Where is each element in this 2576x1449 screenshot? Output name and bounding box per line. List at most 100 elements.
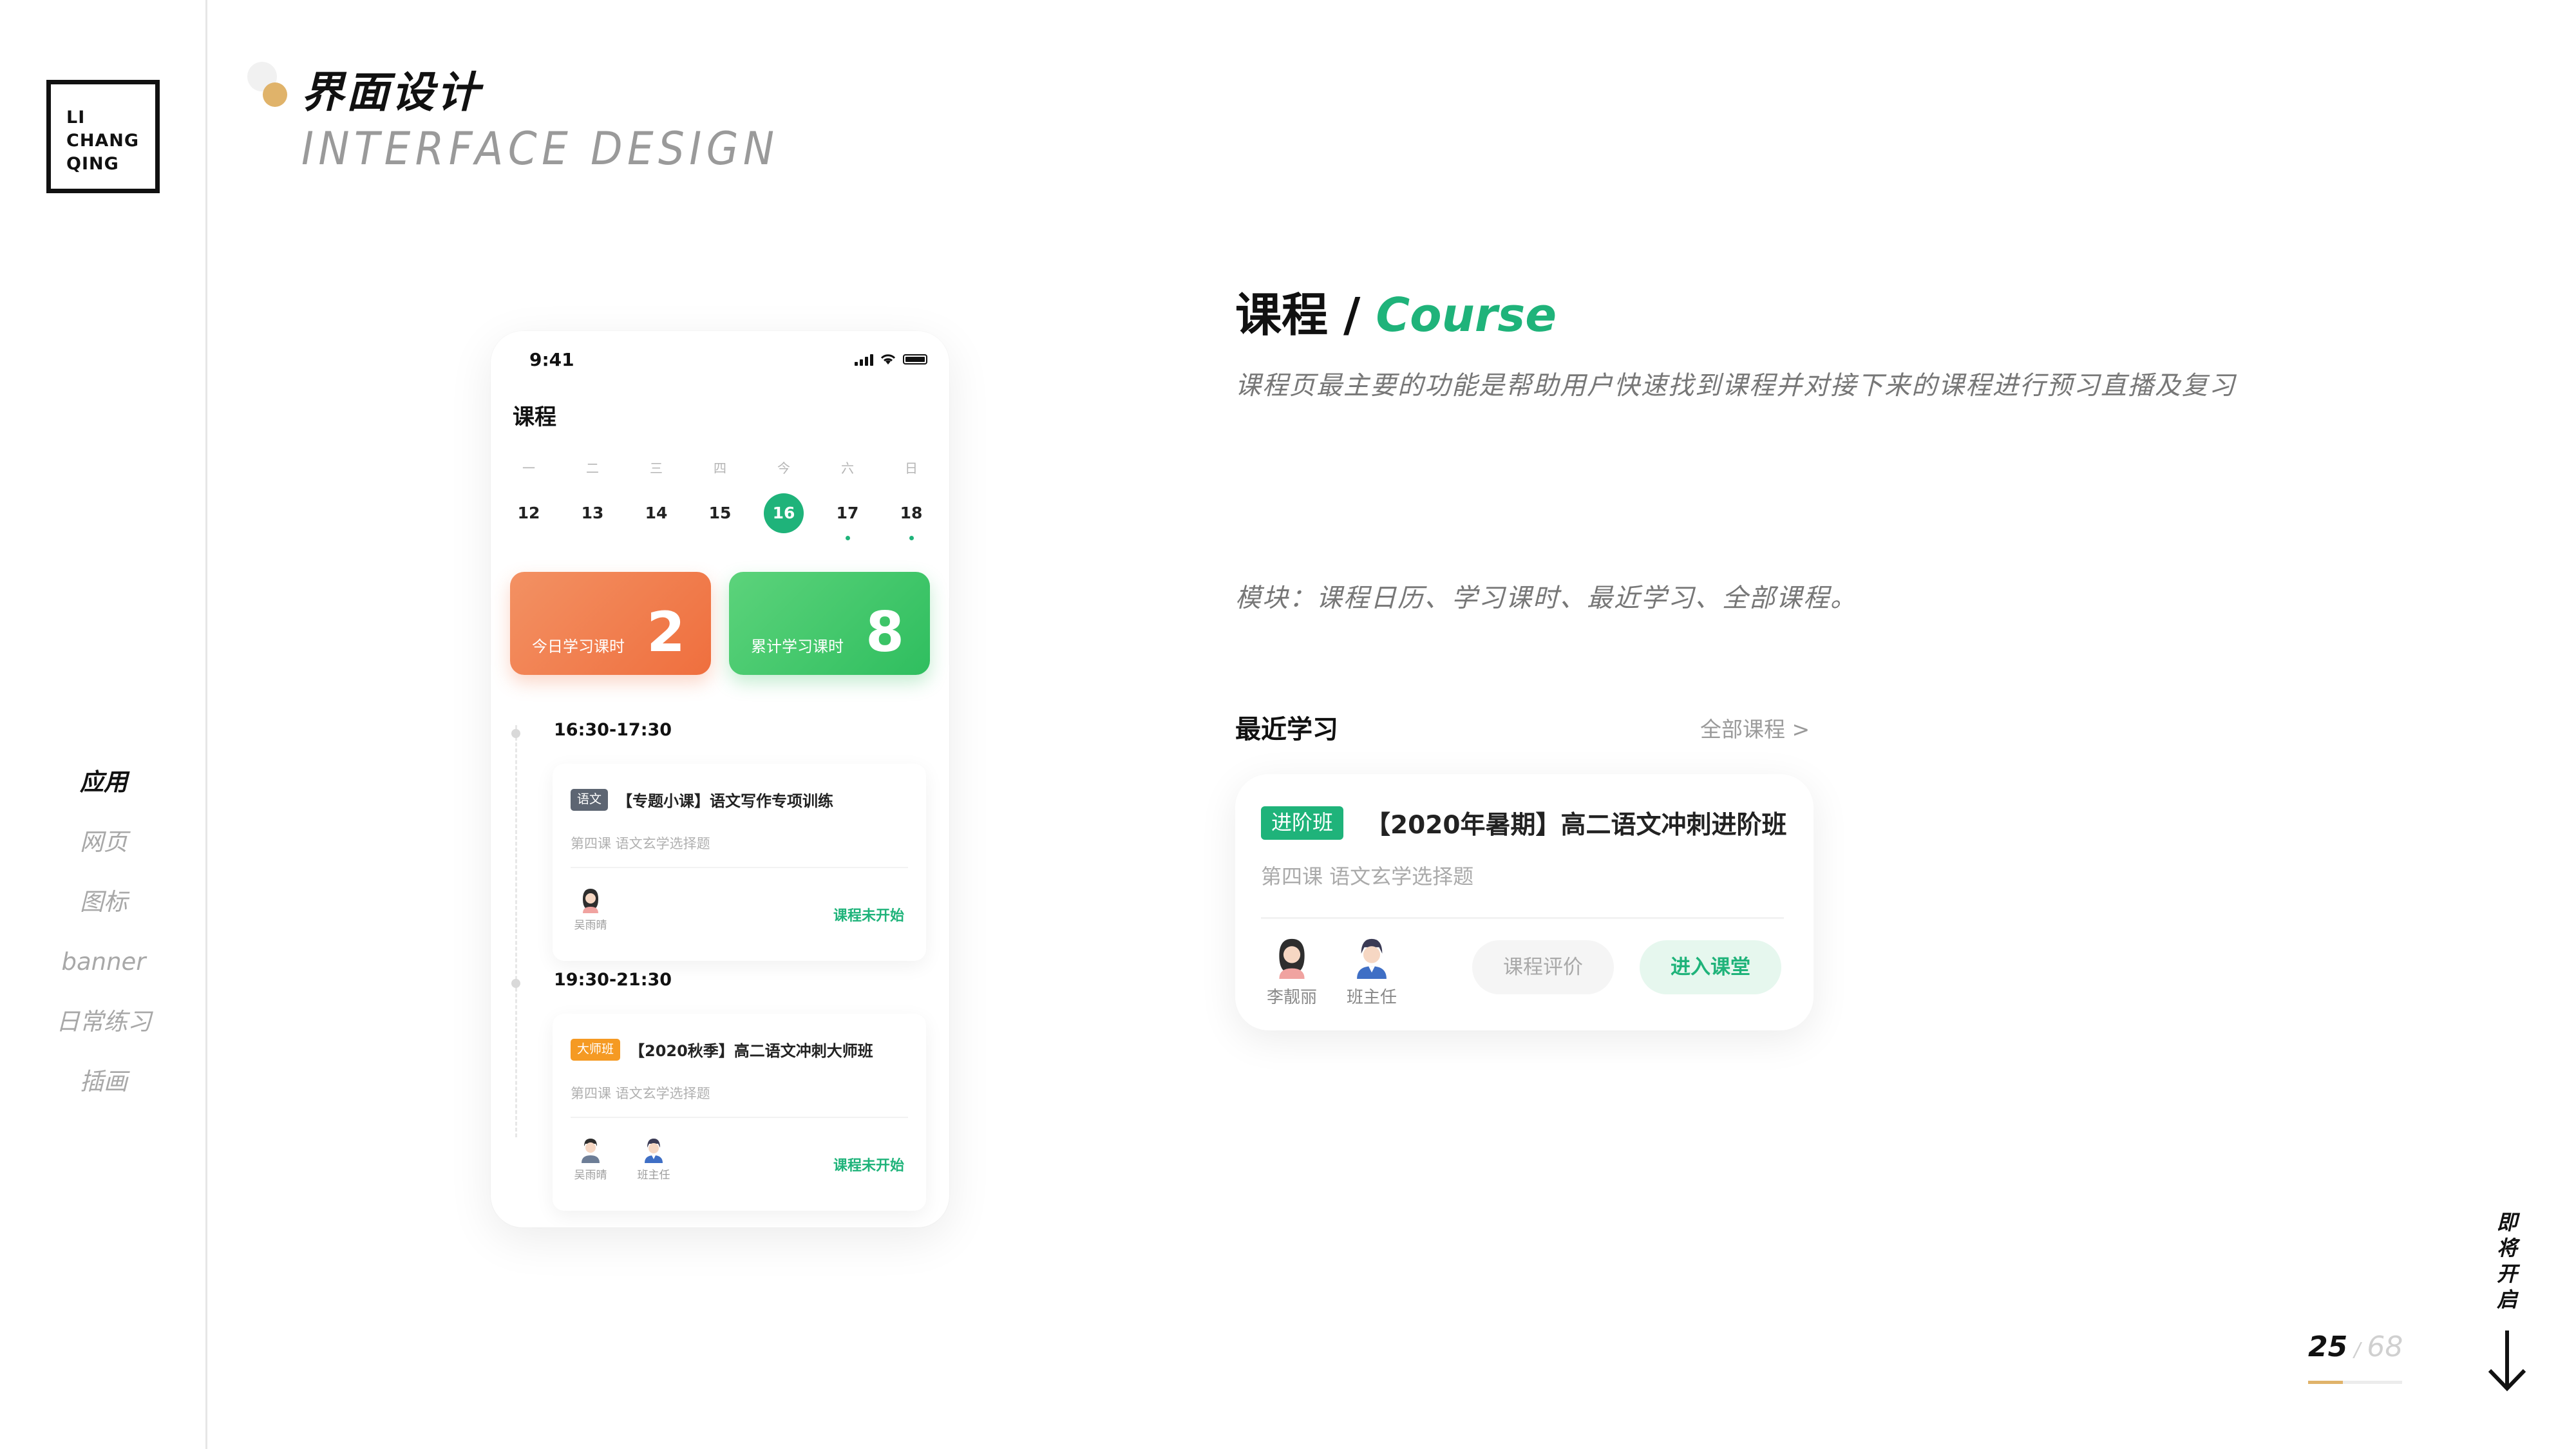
teacher-name: 吴雨晴 — [574, 919, 607, 932]
teacher-name: 班主任 — [637, 1169, 670, 1182]
lesson-card[interactable]: 语文 【专题小课】语文写作专项训练 第四课 语文玄学选择题 吴雨晴 课程未开始 — [553, 764, 926, 961]
total-hours-card[interactable]: 累计学习课时 8 — [729, 572, 930, 675]
phone-mockup: 9:41 课程 一 12 二 13 三 14 四 15 今 16 六 17 日 … — [491, 331, 949, 1227]
lesson-marker — [909, 536, 914, 540]
lesson-card[interactable]: 大师班 【2020秋季】高二语文冲刺大师班 第四课 语文玄学选择题 吴雨晴 班主… — [553, 1014, 926, 1211]
weekday-label: 二 — [586, 460, 599, 476]
teacher: 李靓丽 — [1261, 933, 1323, 1008]
nav-item-web[interactable]: 网页 — [0, 812, 207, 872]
date-number: 15 — [708, 504, 732, 522]
date-number: 18 — [900, 504, 923, 522]
lesson-status: 课程未开始 — [833, 1158, 904, 1174]
subject-tag: 语文 — [571, 788, 609, 811]
battery-icon — [903, 354, 927, 365]
head-teacher-avatar-icon — [645, 1139, 663, 1163]
divider — [571, 867, 908, 868]
page-progress-bar — [2308, 1381, 2402, 1384]
lesson-status: 课程未开始 — [833, 908, 904, 924]
lesson-marker — [527, 536, 531, 540]
teacher: 班主任 — [1341, 933, 1403, 1008]
class-type-tag: 进阶班 — [1261, 806, 1344, 840]
lesson-marker — [718, 536, 723, 540]
teacher-list: 吴雨晴 班主任 — [571, 1135, 674, 1182]
calendar-day[interactable]: 六 17 — [825, 457, 870, 540]
logo-line-1: LI — [66, 108, 86, 128]
calendar-day[interactable]: 日 18 — [889, 457, 934, 540]
date-number: 16 — [764, 493, 804, 533]
divider — [571, 1117, 908, 1118]
teacher-name: 吴雨晴 — [574, 1169, 607, 1182]
header-dot-icon — [263, 82, 287, 107]
page-separator: / — [2354, 1339, 2361, 1361]
teacher: 吴雨晴 — [571, 885, 611, 932]
page-counter: 25 / 68 — [2308, 1331, 2403, 1363]
weekday-label: 四 — [714, 460, 726, 476]
nav-item-daily-practice[interactable]: 日常练习 — [0, 992, 207, 1052]
total-hours-value: 8 — [866, 600, 904, 665]
nav-item-banner[interactable]: banner — [0, 932, 207, 992]
logo-line-2: CHANG — [66, 131, 140, 151]
date-number: 14 — [645, 504, 668, 522]
date-number: 13 — [581, 504, 604, 522]
page-progress-fill — [2308, 1381, 2344, 1384]
next-label-char: 开 — [2496, 1262, 2517, 1286]
page-title: 界面设计 — [301, 68, 482, 117]
calendar-day[interactable]: 四 15 — [697, 457, 743, 540]
weekday-label: 三 — [650, 460, 663, 476]
teacher: 班主任 — [634, 1135, 674, 1182]
signal-icon — [855, 353, 873, 366]
female-teacher-avatar-icon — [583, 889, 598, 913]
divider — [1261, 917, 1784, 919]
all-courses-link[interactable]: 全部课程 > — [1700, 712, 1810, 743]
teacher-list: 吴雨晴 — [571, 885, 611, 932]
timeline-dot — [511, 979, 520, 988]
male-teacher-avatar-icon — [582, 1139, 600, 1163]
teacher-name: 班主任 — [1346, 988, 1397, 1007]
female-teacher-avatar-icon — [1279, 938, 1305, 979]
title-separator: / — [1343, 288, 1361, 342]
calendar-day-today[interactable]: 今 16 — [761, 457, 806, 540]
timeline-dot — [511, 729, 520, 738]
lesson-subtitle: 第四课 语文玄学选择题 — [571, 1086, 710, 1101]
arrow-down-icon — [2488, 1331, 2526, 1392]
slot-time: 19:30-21:30 — [554, 970, 672, 990]
lesson-name: 【2020秋季】高二语文冲刺大师班 — [629, 1042, 873, 1060]
category-nav: 应用 网页 图标 banner 日常练习 插画 — [0, 752, 207, 1112]
enter-classroom-button[interactable]: 进入课堂 — [1640, 940, 1781, 994]
head-teacher-avatar-icon — [1357, 938, 1387, 979]
course-review-button[interactable]: 课程评价 — [1472, 940, 1614, 994]
status-bar-time: 9:41 — [529, 349, 574, 370]
nav-item-icons[interactable]: 图标 — [0, 872, 207, 932]
calendar-day[interactable]: 二 13 — [570, 457, 615, 540]
section-title: 课程 / Course — [1235, 277, 1557, 345]
section-description: 课程页最主要的功能是帮助用户快速找到课程并对接下来的课程进行预习直播及复习 — [1235, 371, 2236, 401]
section-title-en: Course — [1376, 288, 1557, 342]
recent-course-card[interactable]: 进阶班 【2020年暑期】高二语文冲刺进阶班 第四课 语文玄学选择题 李靓丽 班… — [1235, 774, 1814, 1030]
today-hours-label: 今日学习课时 — [532, 638, 625, 656]
week-calendar: 一 12 二 13 三 14 四 15 今 16 六 17 日 18 — [506, 457, 934, 540]
next-label-char: 启 — [2496, 1287, 2517, 1312]
next-label-char: 将 — [2496, 1236, 2517, 1260]
logo-line-3: QING — [66, 154, 119, 174]
calendar-day[interactable]: 一 12 — [506, 457, 551, 540]
nav-item-apps[interactable]: 应用 — [0, 752, 207, 812]
status-bar-icons — [855, 353, 927, 366]
weekday-label: 今 — [777, 460, 790, 476]
teacher: 吴雨晴 — [571, 1135, 611, 1182]
wifi-icon — [880, 354, 896, 365]
phone-page-title: 课程 — [513, 404, 556, 430]
weekday-label: 日 — [905, 460, 918, 476]
class-type-tag: 大师班 — [571, 1038, 621, 1061]
weekday-label: 一 — [522, 460, 535, 476]
recent-heading: 最近学习 — [1235, 715, 1338, 744]
today-hours-card[interactable]: 今日学习课时 2 — [510, 572, 711, 675]
page-total: 68 — [2367, 1331, 2403, 1363]
lesson-subtitle: 第四课 语文玄学选择题 — [571, 836, 710, 851]
next-page-control[interactable]: 即 将 开 启 — [2486, 1209, 2528, 1392]
side-rail: LI CHANG QING 应用 网页 图标 banner 日常练习 插画 — [0, 0, 207, 1449]
course-name: 【2020年暑期】高二语文冲刺进阶班 — [1365, 811, 1787, 840]
total-hours-label: 累计学习课时 — [751, 638, 844, 656]
calendar-day[interactable]: 三 14 — [634, 457, 679, 540]
nav-item-illustration[interactable]: 插画 — [0, 1052, 207, 1112]
lesson-marker — [591, 536, 595, 540]
